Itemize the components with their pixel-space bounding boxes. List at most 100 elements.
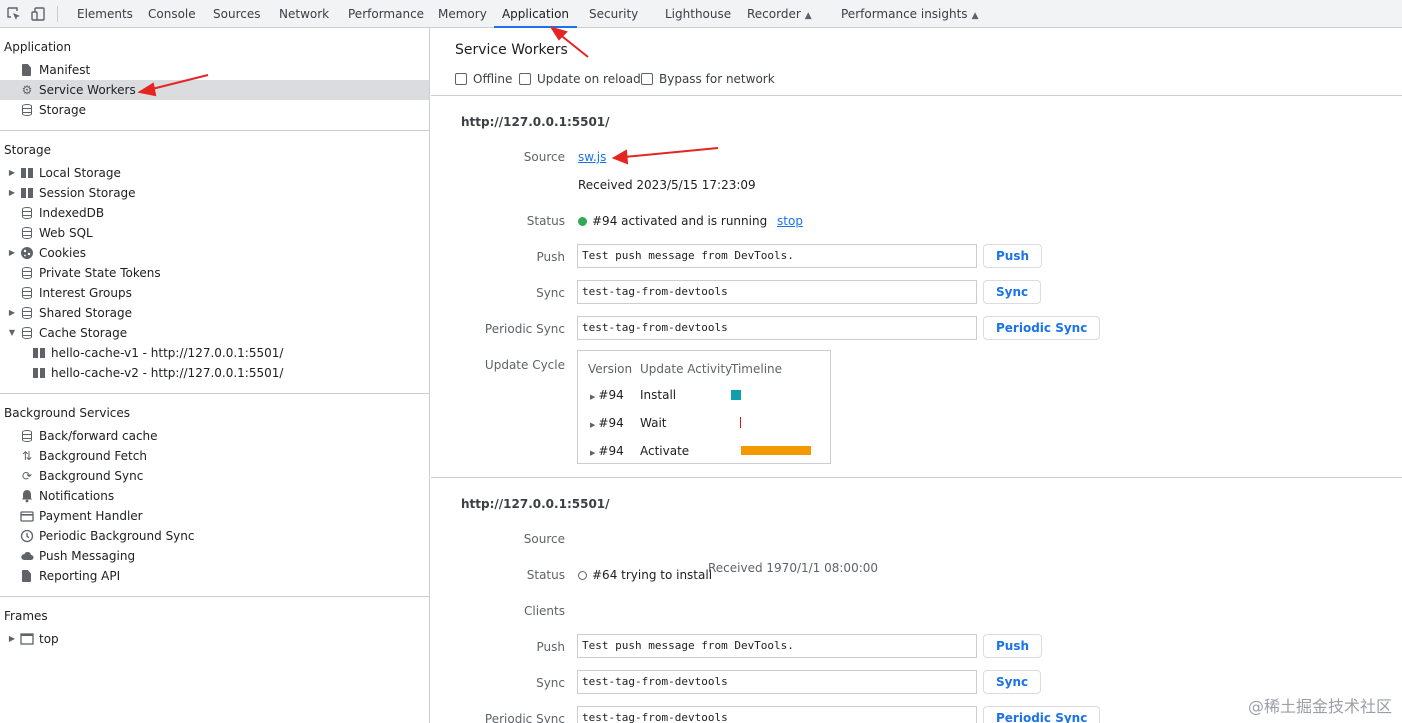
periodic-sync-button[interactable]: Periodic Sync [983,706,1101,723]
sidebar-item-push-messaging[interactable]: Push Messaging [0,546,429,566]
offline-checkbox[interactable]: Offline [455,71,512,87]
stop-link[interactable]: stop [777,214,803,228]
push-label: Push [536,250,566,264]
sidebar-item-local-storage[interactable]: ▶ Local Storage [0,163,429,183]
sidebar-item-label: hello-cache-v1 - http://127.0.0.1:5501/ [51,346,284,360]
tab-recorder[interactable]: Recorder ▲ [736,0,823,27]
service-workers-panel: Service Workers Offline Update on reload… [431,28,1402,723]
sidebar-item-shared-storage[interactable]: ▶ Shared Storage [0,303,429,323]
sidebar-item-label: Periodic Background Sync [39,529,195,543]
sidebar-item-cookies[interactable]: ▶ Cookies [0,243,429,263]
periodic-sync-label: Periodic Sync [484,322,565,336]
expand-arrow-icon[interactable]: ▶ [7,183,17,203]
sidebar-item-background-fetch[interactable]: ⇅ Background Fetch [0,446,429,466]
sidebar-item-session-storage[interactable]: ▶ Session Storage [0,183,429,203]
sidebar-item-payment-handler[interactable]: Payment Handler [0,506,429,526]
table-row-activity: Install [640,388,677,402]
sidebar-item-manifest[interactable]: Manifest [0,60,429,80]
tab-application[interactable]: Application [494,0,577,28]
periodic-sync-label: Periodic Sync [484,712,565,723]
version-text: #94 [598,388,624,402]
received-time: Received 2023/5/15 17:23:09 [578,178,756,192]
sidebar-item-label: Notifications [39,489,115,503]
database-icon [20,429,34,443]
checkbox-box[interactable] [519,73,531,85]
update-cycle-label: Update Cycle [484,358,565,372]
table-row-version[interactable]: ▶ #94 [590,416,624,430]
worker-status-text: #64 trying to install [592,568,713,582]
tab-performance[interactable]: Performance [337,0,435,27]
sidebar-item-cache-entry[interactable]: hello-cache-v2 - http://127.0.0.1:5501/ [0,363,429,383]
push-data-input[interactable]: Test push message from DevTools. [577,244,977,268]
tab-lighthouse[interactable]: Lighthouse [654,0,742,27]
sidebar-item-label: Payment Handler [39,509,143,523]
push-button[interactable]: Push [983,634,1043,658]
checkbox-box[interactable] [455,73,467,85]
tab-sources[interactable]: Sources [202,0,271,27]
tab-console[interactable]: Console [137,0,207,27]
status-running-dot-icon [578,217,587,226]
sidebar-item-cache-entry[interactable]: hello-cache-v1 - http://127.0.0.1:5501/ [0,343,429,363]
sidebar-item-notifications[interactable]: Notifications [0,486,429,506]
expand-arrow-icon[interactable]: ▶ [7,243,17,263]
sidebar-item-label: Web SQL [39,226,93,240]
tab-security[interactable]: Security [578,0,649,27]
database-icon [20,103,34,117]
expand-arrow-icon[interactable]: ▶ [7,303,17,323]
checkbox-label: Offline [473,72,513,86]
sidebar-item-frame-top[interactable]: ▶ top [0,629,429,649]
sidebar-item-back-forward-cache[interactable]: Back/forward cache [0,426,429,446]
expand-arrow-icon[interactable]: ▶ [590,393,595,401]
expand-arrow-icon[interactable]: ▶ [7,629,17,649]
sidebar-item-background-sync[interactable]: ⟳ Background Sync [0,466,429,486]
tab-network[interactable]: Network [268,0,340,27]
sidebar-item-storage[interactable]: Storage [0,100,429,120]
sync-button[interactable]: Sync [983,280,1042,304]
collapse-arrow-icon[interactable]: ▼ [7,323,17,343]
device-toolbar-icon[interactable] [31,6,47,22]
sync-button[interactable]: Sync [983,670,1042,694]
timeline-activate-bar [741,446,811,455]
devtools-tab-bar: Elements Console Sources Network Perform… [0,0,1402,28]
database-icon [20,266,34,280]
sidebar-item-service-workers[interactable]: ⚙ Service Workers [0,80,429,100]
push-label: Push [536,640,566,654]
sync-tag-input[interactable]: test-tag-from-devtools [577,280,977,304]
sidebar-item-label: Push Messaging [39,549,136,563]
source-file-link[interactable]: sw.js [578,150,606,164]
periodic-sync-tag-input[interactable]: test-tag-from-devtools [577,706,977,723]
sidebar-section-storage: Storage [4,143,51,157]
sidebar-item-indexeddb[interactable]: IndexedDB [0,203,429,223]
push-data-input[interactable]: Test push message from DevTools. [577,634,977,658]
table-row-version[interactable]: ▶ #94 [590,388,624,402]
expand-arrow-icon[interactable]: ▶ [7,163,17,183]
document-icon [20,569,34,583]
sidebar-item-interest-groups[interactable]: Interest Groups [0,283,429,303]
sidebar-item-cache-storage[interactable]: ▼ Cache Storage [0,323,429,343]
column-header-update-activity: Update Activity [640,362,733,376]
expand-arrow-icon[interactable]: ▶ [590,421,595,429]
sync-tag-input[interactable]: test-tag-from-devtools [577,670,977,694]
tab-elements[interactable]: Elements [66,0,144,27]
section-divider [431,95,1402,96]
tab-memory[interactable]: Memory [427,0,498,27]
tab-performance-insights[interactable]: Performance insights ▲ [830,0,989,27]
periodic-sync-button[interactable]: Periodic Sync [983,316,1101,340]
inspect-element-icon[interactable] [6,6,22,22]
version-text: #94 [598,444,624,458]
bypass-for-network-checkbox[interactable]: Bypass for network [641,71,775,87]
update-on-reload-checkbox[interactable]: Update on reload [519,71,641,87]
sidebar-item-label: Session Storage [39,186,136,200]
checkbox-box[interactable] [641,73,653,85]
sidebar-item-label: hello-cache-v2 - http://127.0.0.1:5501/ [51,366,284,380]
table-row-version[interactable]: ▶ #94 [590,444,624,458]
sidebar-item-reporting-api[interactable]: Reporting API [0,566,429,586]
sidebar-item-private-state-tokens[interactable]: Private State Tokens [0,263,429,283]
document-icon [20,63,34,77]
source-label: Source [523,532,565,546]
sidebar-item-periodic-background-sync[interactable]: Periodic Background Sync [0,526,429,546]
expand-arrow-icon[interactable]: ▶ [590,449,595,457]
push-button[interactable]: Push [983,244,1043,268]
sidebar-item-web-sql[interactable]: Web SQL [0,223,429,243]
periodic-sync-tag-input[interactable]: test-tag-from-devtools [577,316,977,340]
